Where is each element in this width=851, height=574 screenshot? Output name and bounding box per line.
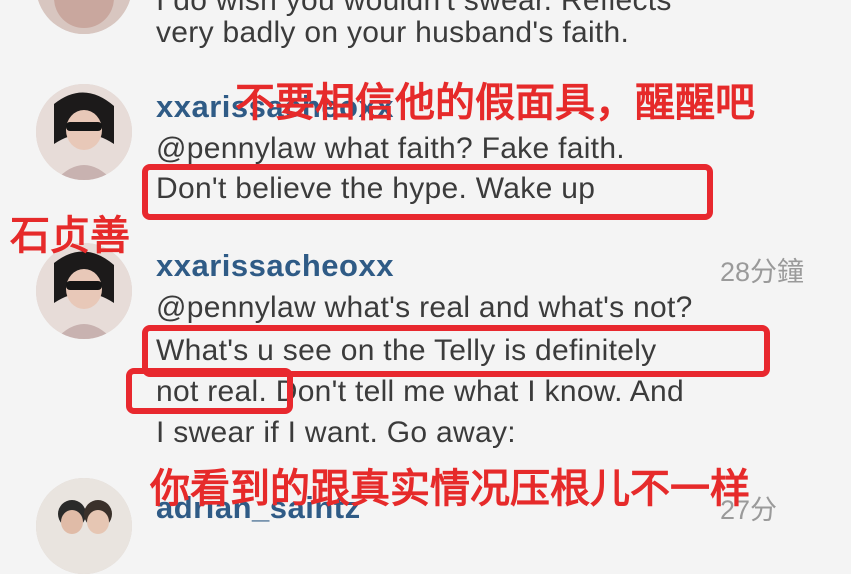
comment-username[interactable]: xxarissacheoxx <box>156 248 394 284</box>
annotation-bottom: 你看到的跟真实情况压根儿不一样 <box>150 466 750 512</box>
avatar[interactable] <box>36 84 132 180</box>
comment-timestamp: 28分鐘 <box>720 257 805 287</box>
comment-text-line: I swear if I want. Go away: <box>156 416 516 449</box>
comment-text-line: @pennylaw what faith? Fake faith. <box>156 132 625 165</box>
annotation-left: 石贞善 <box>10 213 130 259</box>
avatar[interactable] <box>36 478 132 574</box>
avatar[interactable] <box>36 0 132 34</box>
highlight-box <box>142 164 713 220</box>
comment-text-line: very badly on your husband's faith. <box>156 16 630 49</box>
annotation-top: 不要相信他的假面具，醒醒吧 <box>235 80 755 126</box>
comment-text-line: @pennylaw what's real and what's not? <box>156 291 693 324</box>
highlight-box <box>126 368 293 414</box>
